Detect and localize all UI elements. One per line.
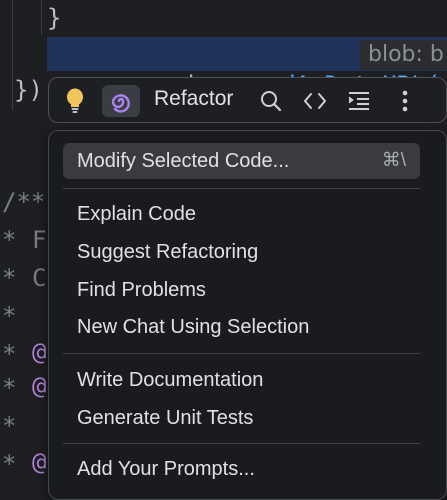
ai-spiral-icon[interactable] [102, 85, 140, 117]
comment-marker: * [2, 226, 17, 254]
menu-separator [63, 353, 420, 354]
toolbar-refactor-label[interactable]: Refactor [154, 87, 233, 111]
search-icon[interactable] [257, 85, 285, 117]
comment-marker: /** [2, 188, 46, 216]
menu-item-label: New Chat Using Selection [77, 316, 310, 338]
menu-item-label: Explain Code [77, 203, 196, 225]
menu-separator [63, 188, 420, 189]
ai-toolbar: Refactor [48, 77, 447, 123]
menu-item-write-documentation[interactable]: Write Documentation [63, 362, 420, 398]
comment-letter: C [32, 264, 47, 292]
indent-guide [12, 0, 13, 110]
more-vertical-icon[interactable] [391, 85, 419, 117]
menu-item-suggest-refactoring[interactable]: Suggest Refactoring [63, 234, 420, 270]
menu-item-shortcut: ⌘\ [381, 150, 406, 171]
lightbulb-icon[interactable] [61, 85, 89, 117]
comment-marker: * [2, 302, 17, 330]
menu-item-modify-selected-code[interactable]: Modify Selected Code... ⌘\ [63, 143, 420, 179]
indent-guide [41, 0, 42, 35]
menu-item-label: Add Your Prompts... [77, 458, 255, 480]
menu-item-new-chat-using-selection[interactable]: New Chat Using Selection [63, 309, 420, 345]
code-line-brace: } [47, 4, 62, 32]
comment-marker: * [2, 412, 17, 440]
format-indent-icon[interactable] [345, 85, 373, 117]
annotation-marker: @ [32, 338, 47, 366]
ai-actions-menu: Modify Selected Code... ⌘\ Explain Code … [48, 130, 447, 500]
menu-item-find-problems[interactable]: Find Problems [63, 272, 420, 308]
menu-separator [63, 443, 420, 444]
menu-item-label: Modify Selected Code... [77, 150, 290, 172]
parameter-hint: blob: b [360, 40, 447, 70]
menu-item-generate-unit-tests[interactable]: Generate Unit Tests [63, 400, 420, 436]
code-line-close: }) [14, 76, 43, 104]
menu-item-label: Suggest Refactoring [77, 241, 259, 263]
comment-marker: * [2, 450, 17, 478]
comment-marker: * [2, 340, 17, 368]
comment-marker: * [2, 264, 17, 292]
annotation-marker: @ [32, 448, 47, 476]
menu-item-label: Write Documentation [77, 369, 264, 391]
menu-item-add-your-prompts[interactable]: Add Your Prompts... [63, 451, 420, 487]
comment-letter: F [32, 226, 47, 254]
ide-window: } reader.readAsDataURL( blob: b }) /** *… [0, 0, 447, 500]
menu-item-label: Find Problems [77, 279, 206, 301]
menu-item-label: Generate Unit Tests [77, 407, 254, 429]
code-brackets-icon[interactable] [301, 85, 329, 117]
comment-marker: * [2, 374, 17, 402]
annotation-marker: @ [32, 372, 47, 400]
menu-item-explain-code[interactable]: Explain Code [63, 196, 420, 232]
